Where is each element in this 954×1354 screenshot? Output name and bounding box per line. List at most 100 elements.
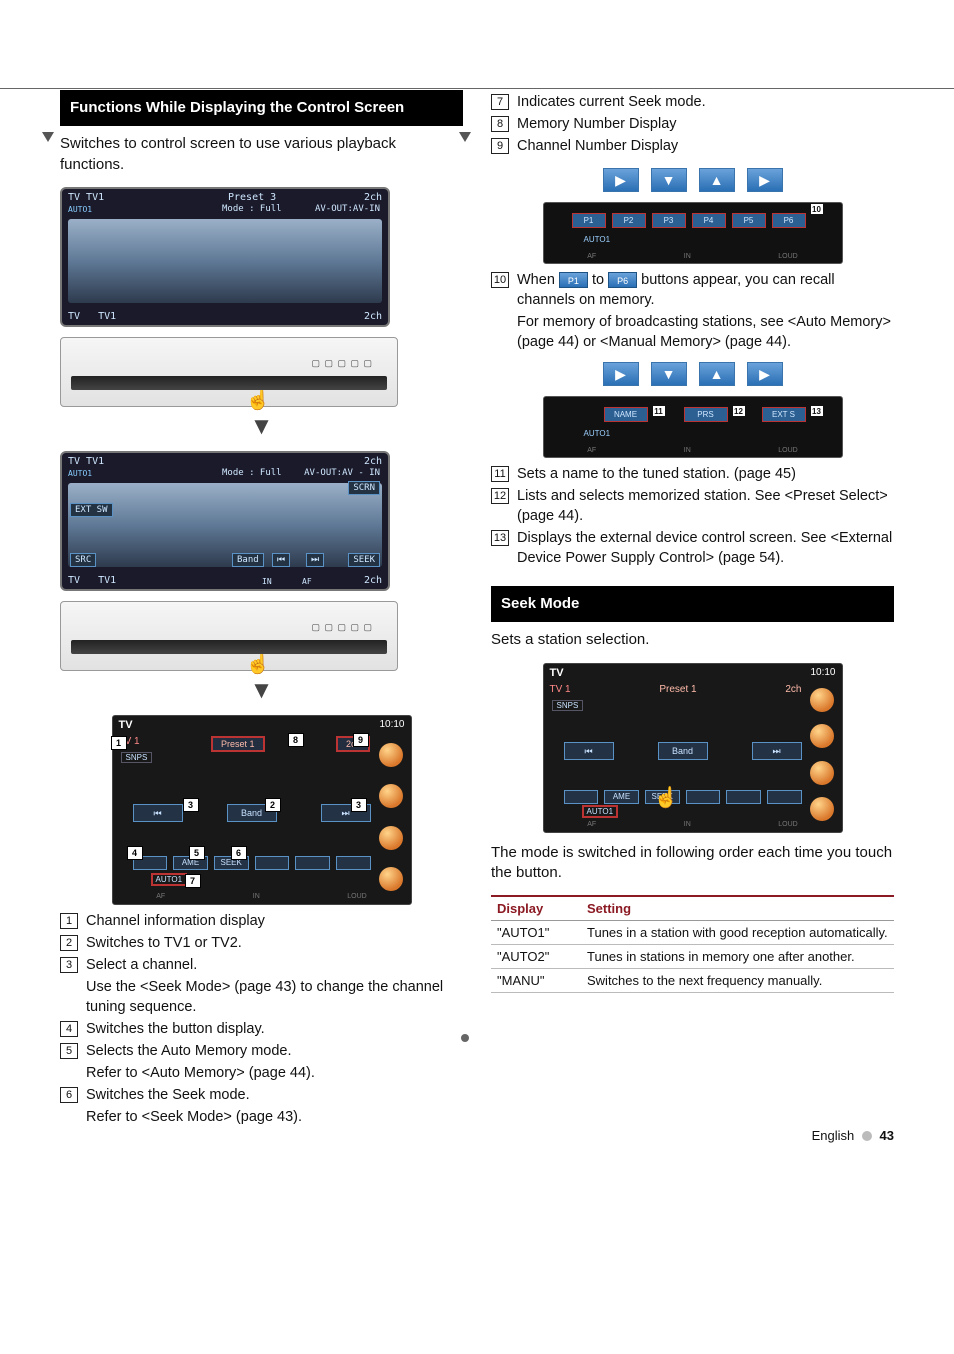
p1-button[interactable]: P1 xyxy=(572,213,606,228)
ch-label: 2ch xyxy=(364,311,382,322)
low-btn[interactable] xyxy=(255,856,290,870)
lang-label: English xyxy=(812,1128,855,1143)
hw-buttons-icon: ▢ ▢ ▢ ▢ ▢ xyxy=(311,358,373,369)
auto-label: AUTO1 xyxy=(582,805,619,818)
band-button[interactable]: Band xyxy=(232,553,264,567)
low-btn[interactable] xyxy=(295,856,330,870)
seek-button[interactable]: SEEK xyxy=(348,553,380,567)
down-icon[interactable]: ▼ xyxy=(651,362,687,386)
next-icon[interactable]: ▶ xyxy=(747,168,783,192)
prev-button[interactable]: ⏮ xyxy=(564,742,614,760)
p5-button[interactable]: P5 xyxy=(732,213,766,228)
low-btn[interactable] xyxy=(336,856,371,870)
figure-receiver-2: ▢ ▢ ▢ ▢ ▢ ☝ xyxy=(60,601,463,671)
up-icon[interactable]: ▲ xyxy=(699,362,735,386)
tv-label: TV xyxy=(68,575,80,586)
af-label: AF xyxy=(587,821,596,828)
af-label: AF xyxy=(156,893,165,900)
receiver-front: ▢ ▢ ▢ ▢ ▢ ☝ xyxy=(60,337,398,407)
loud-label: LOUD xyxy=(778,821,797,828)
af-label: AF xyxy=(587,253,596,260)
down-icon[interactable]: ▼ xyxy=(651,168,687,192)
name-button[interactable]: NAME xyxy=(604,407,648,422)
af-label: AF xyxy=(302,577,312,586)
idx-5: 5 xyxy=(60,1043,78,1059)
p4-button[interactable]: P4 xyxy=(692,213,726,228)
figure-name-prs-ext: NAME 11 PRS 12 EXT S 13 AUTO1 AF IN LOUD xyxy=(543,396,843,458)
prev-button[interactable]: ⏮ xyxy=(272,553,290,567)
item-text: Channel Number Display xyxy=(517,136,894,156)
callout-10: 10 xyxy=(810,203,824,215)
callout-2: 2 xyxy=(265,798,281,812)
in-label: IN xyxy=(253,893,260,900)
title-left: TV TV1 xyxy=(68,456,104,467)
ch-label: 2ch xyxy=(364,575,382,586)
cell-display: "MANU" xyxy=(491,969,581,993)
ui-fragment: NAME 11 PRS 12 EXT S 13 AUTO1 AF IN LOUD xyxy=(543,396,843,458)
item-cont: Use the <Seek Mode> (page 43) to change … xyxy=(86,977,463,1017)
callout-1: 1 xyxy=(111,736,127,750)
scrn-button[interactable]: SCRN xyxy=(348,481,380,495)
side-knobs xyxy=(810,682,838,828)
band-button[interactable]: Band xyxy=(658,742,708,760)
next-button[interactable]: ⏭ xyxy=(306,553,324,567)
p6-pill: P6 xyxy=(608,272,637,288)
callout-11: 11 xyxy=(652,405,666,417)
section-header-seek: Seek Mode xyxy=(491,586,894,622)
divider xyxy=(0,88,954,89)
snps-label: SNPS xyxy=(552,700,584,711)
preset-label: Preset 1 xyxy=(659,684,696,695)
in-label: IN xyxy=(262,577,272,586)
item-text: Lists and selects memorized station. See… xyxy=(517,486,894,526)
in-label: IN xyxy=(684,821,691,828)
callout-7: 7 xyxy=(185,874,201,888)
next-icon[interactable]: ▶ xyxy=(603,362,639,386)
p3-button[interactable]: P3 xyxy=(652,213,686,228)
loud-label: LOUD xyxy=(778,447,797,454)
p1-pill: P1 xyxy=(559,272,588,288)
callout-13: 13 xyxy=(810,405,824,417)
p6-button[interactable]: P6 xyxy=(772,213,806,228)
seek-button[interactable]: SEEK xyxy=(645,790,680,804)
tv1-label: TV1 xyxy=(98,311,116,322)
cell-display: "AUTO1" xyxy=(491,921,581,945)
prs-button[interactable]: PRS xyxy=(684,407,728,422)
seek-mode-table: Display Setting "AUTO1" Tunes in a stati… xyxy=(491,895,894,993)
auto-label: AUTO1 xyxy=(151,873,188,886)
in-label: IN xyxy=(684,447,691,454)
ext-button[interactable]: EXT S xyxy=(762,407,806,422)
idx-3: 3 xyxy=(60,957,78,973)
up-icon[interactable]: ▲ xyxy=(699,168,735,192)
next-button[interactable]: ⏭ xyxy=(752,742,802,760)
text: to xyxy=(592,272,608,288)
right-column: 7Indicates current Seek mode. 8Memory Nu… xyxy=(491,90,894,1127)
src-button[interactable]: SRC xyxy=(70,553,96,567)
item-text: Select a channel. xyxy=(86,955,463,975)
callout-list-left: 1Channel information display 2Switches t… xyxy=(60,911,463,1127)
idx-7: 7 xyxy=(491,94,509,110)
preset-label: Preset 3 xyxy=(228,192,276,203)
item-cont: Refer to <Seek Mode> (page 43). xyxy=(86,1107,463,1127)
auto-label: AUTO1 xyxy=(68,205,92,214)
af-label: AF xyxy=(587,447,596,454)
loud-label: LOUD xyxy=(778,253,797,260)
figure-receiver-1: ▢ ▢ ▢ ▢ ▢ ☝ xyxy=(60,337,463,407)
idx-10: 10 xyxy=(491,272,509,288)
idx-6: 6 xyxy=(60,1087,78,1103)
prev-button[interactable]: ⏮ xyxy=(133,804,183,822)
p2-button[interactable]: P2 xyxy=(612,213,646,228)
ame-button[interactable]: AME xyxy=(604,790,639,804)
callout-list-right-a: 7Indicates current Seek mode. 8Memory Nu… xyxy=(491,92,894,156)
item-text: Indicates current Seek mode. xyxy=(517,92,894,112)
next-icon[interactable]: ▶ xyxy=(747,362,783,386)
next-icon[interactable]: ▶ xyxy=(603,168,639,192)
callout-5: 5 xyxy=(189,846,205,860)
ui-screenshot: TV 10:10 TV 1 Preset 1 2ch 1 8 9 SNPS ⏮ … xyxy=(112,715,412,905)
auto-label: AUTO1 xyxy=(68,469,92,478)
hdr-label: TV xyxy=(550,667,564,679)
extsw-button[interactable]: EXT SW xyxy=(70,503,113,517)
time-label: 10:10 xyxy=(379,719,404,730)
side-knobs xyxy=(379,734,407,900)
ch-label: 2ch xyxy=(785,684,801,695)
in-label: IN xyxy=(684,253,691,260)
